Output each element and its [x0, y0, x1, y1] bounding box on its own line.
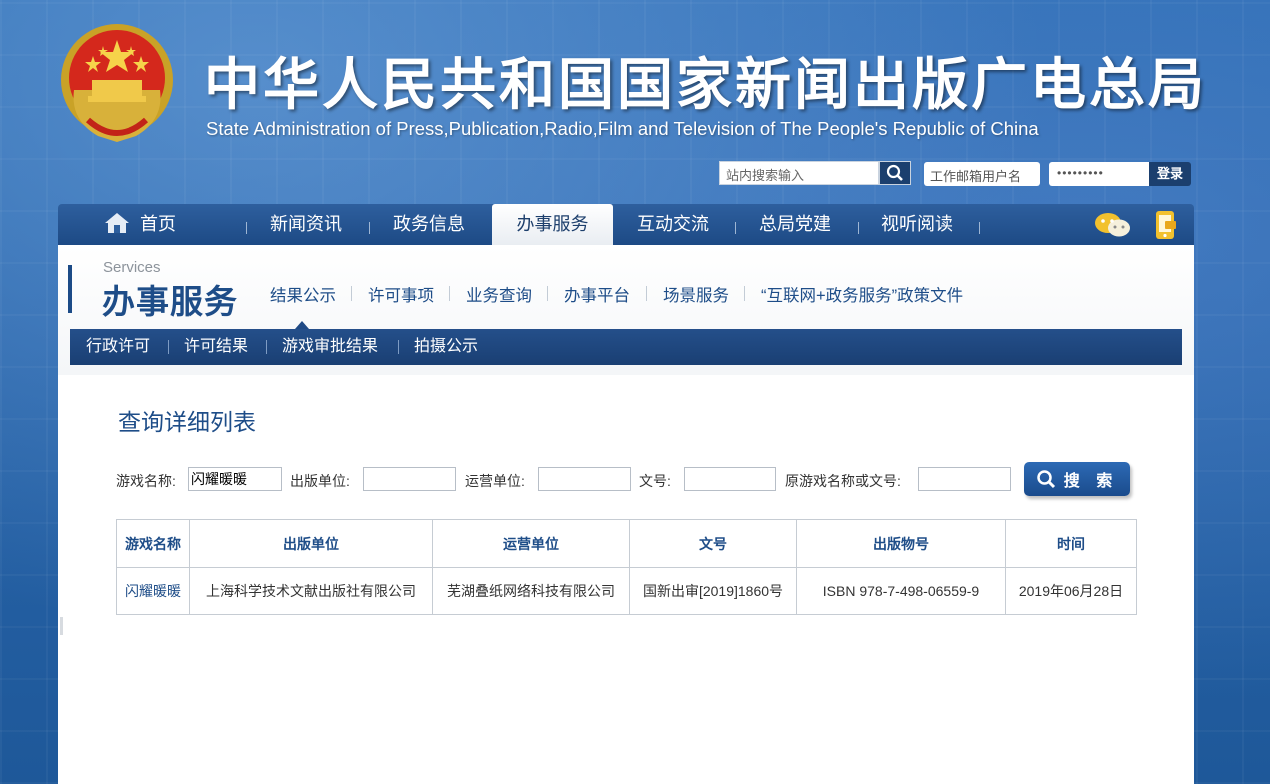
cell-operator: 芜湖叠纸网络科技有限公司: [432, 567, 630, 615]
search-button[interactable]: 搜 索: [1024, 462, 1130, 496]
site-title-english: State Administration of Press,Publicatio…: [206, 118, 1039, 139]
content-panel: Services 办事服务 结果公示 许可事项 业务查询 办事平台 场景服务 “…: [58, 245, 1194, 784]
secondary-nav-bar: 行政许可 许可结果 游戏审批结果 拍摄公示: [70, 329, 1182, 365]
national-emblem-icon: [61, 24, 173, 142]
mail-password-field[interactable]: •••••••••: [1049, 162, 1149, 186]
sec-item-filming[interactable]: 拍摄公示: [414, 329, 478, 365]
scroll-marker: [60, 617, 63, 635]
nav-divider: [246, 222, 247, 234]
nav-item-interaction[interactable]: 互动交流: [637, 204, 709, 245]
sec-divider: [398, 340, 399, 354]
sub-link-policy[interactable]: “互联网+政务服务”政策文件: [761, 282, 963, 306]
section-title-english: Services: [103, 259, 161, 276]
sec-divider: [168, 340, 169, 354]
game-name-label: 游戏名称:: [116, 473, 176, 489]
table-row: 闪耀暖暖 上海科学技术文献出版社有限公司 芜湖叠纸网络科技有限公司 国新出审[2…: [116, 567, 1137, 615]
table-header-row: 游戏名称 出版单位 运营单位 文号 出版物号 时间: [116, 519, 1137, 568]
sub-link-business-query[interactable]: 业务查询: [466, 282, 532, 306]
wechat-icon[interactable]: [1094, 212, 1132, 238]
sub-link-divider: [646, 286, 647, 301]
col-game-name: 游戏名称: [116, 519, 190, 568]
game-name-input[interactable]: 闪耀暖暖: [188, 467, 282, 491]
nav-divider: [369, 222, 370, 234]
magnifier-icon: [1037, 470, 1055, 489]
sub-link-scenario[interactable]: 场景服务: [663, 282, 729, 306]
sub-link-divider: [449, 286, 450, 301]
results-table: 游戏名称 出版单位 运营单位 文号 出版物号 时间 闪耀暖暖 上海科学技术文献出…: [116, 519, 1137, 615]
nav-divider: [735, 222, 736, 234]
doc-no-label: 文号:: [639, 473, 671, 489]
site-search-button[interactable]: [879, 161, 911, 185]
section-header: Services 办事服务 结果公示 许可事项 业务查询 办事平台 场景服务 “…: [58, 245, 1194, 375]
publisher-label: 出版单位:: [290, 473, 350, 489]
sec-item-game-approval[interactable]: 游戏审批结果: [282, 329, 378, 365]
mobile-icon[interactable]: [1154, 210, 1178, 240]
sub-link-divider: [351, 286, 352, 301]
sub-link-permits[interactable]: 许可事项: [368, 282, 434, 306]
cell-publisher: 上海科学技术文献出版社有限公司: [189, 567, 433, 615]
operator-label: 运营单位:: [465, 473, 525, 489]
search-button-label: 搜 索: [1063, 473, 1119, 490]
active-caret: [295, 321, 309, 329]
sec-divider: [266, 340, 267, 354]
cell-date: 2019年06月28日: [1005, 567, 1137, 615]
cell-doc-no: 国新出审[2019]1860号: [629, 567, 797, 615]
nav-item-party[interactable]: 总局党建: [759, 204, 831, 245]
operator-input[interactable]: [538, 467, 631, 491]
section-title: 办事服务: [102, 282, 238, 321]
main-nav: 首页 新闻资讯 政务信息 办事服务 互动交流 总局党建 视听阅读: [58, 204, 1194, 245]
nav-divider: [858, 222, 859, 234]
publisher-input[interactable]: [363, 467, 456, 491]
sub-link-platform[interactable]: 办事平台: [564, 282, 630, 306]
nav-item-services[interactable]: 办事服务: [492, 204, 613, 245]
nav-item-news[interactable]: 新闻资讯: [270, 204, 342, 245]
nav-divider: [979, 222, 980, 234]
site-title: 中华人民共和国国家新闻出版广电总局: [204, 52, 1207, 118]
col-date: 时间: [1005, 519, 1137, 568]
search-icon: [886, 164, 903, 181]
section-accent-bar: [68, 265, 72, 313]
cell-isbn: ISBN 978-7-498-06559-9: [796, 567, 1006, 615]
doc-no-input[interactable]: [684, 467, 776, 491]
sec-item-permit-results[interactable]: 许可结果: [184, 329, 248, 365]
nav-item-government[interactable]: 政务信息: [393, 204, 465, 245]
col-operator: 运营单位: [432, 519, 630, 568]
nav-home-label: 首页: [140, 214, 176, 234]
page-title: 查询详细列表: [118, 409, 256, 435]
sec-item-admin-permit[interactable]: 行政许可: [86, 329, 150, 365]
col-doc-no: 文号: [629, 519, 797, 568]
col-isbn: 出版物号: [796, 519, 1006, 568]
login-button[interactable]: 登录: [1149, 162, 1191, 186]
col-publisher: 出版单位: [189, 519, 433, 568]
nav-item-reading[interactable]: 视听阅读: [881, 204, 953, 245]
original-name-label: 原游戏名称或文号:: [785, 473, 901, 489]
site-search-input[interactable]: 站内搜索输入: [719, 161, 879, 185]
sub-link-divider: [744, 286, 745, 301]
sub-link-divider: [547, 286, 548, 301]
cell-game-name[interactable]: 闪耀暖暖: [116, 567, 190, 615]
nav-item-home[interactable]: 首页: [104, 204, 176, 245]
home-icon: [105, 213, 129, 233]
sub-link-results[interactable]: 结果公示: [270, 282, 336, 306]
mail-username-field[interactable]: 工作邮箱用户名: [924, 162, 1040, 186]
original-name-input[interactable]: [918, 467, 1011, 491]
